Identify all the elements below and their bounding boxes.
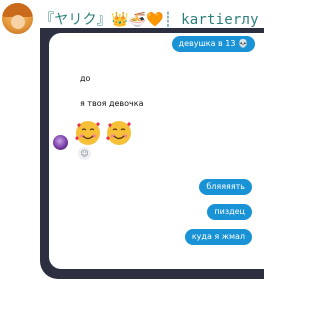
smiling-face-with-hearts-icon[interactable] <box>74 119 102 147</box>
chat-title[interactable]: 『ヤリク』👑🍜🧡┊ kartierлу <box>40 9 259 29</box>
sender-avatar[interactable] <box>53 135 68 150</box>
message-outgoing-2[interactable]: бляяяять <box>199 179 252 195</box>
add-reaction-icon[interactable]: ☺ <box>78 147 91 160</box>
contact-avatar[interactable] <box>2 3 33 34</box>
message-outgoing-4[interactable]: куда я жмал <box>184 229 252 245</box>
avatar-face <box>11 15 25 29</box>
message-outgoing-3[interactable]: пиздец <box>207 204 252 220</box>
message-outgoing-1[interactable]: девушка в 13 💀 <box>171 36 255 52</box>
message-incoming-1[interactable]: до <box>73 71 98 87</box>
message-incoming-2[interactable]: я твоя девочка <box>73 96 151 112</box>
smiling-face-with-hearts-icon[interactable] <box>105 119 133 147</box>
